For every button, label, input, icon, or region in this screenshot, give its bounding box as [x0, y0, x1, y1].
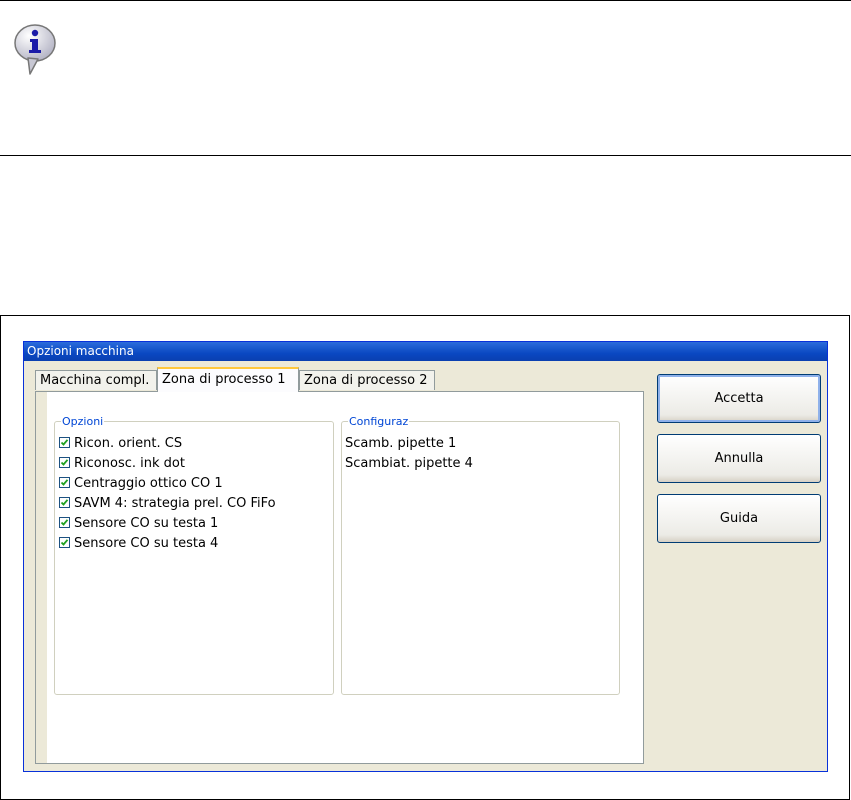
- config-legend: Configuraz: [349, 415, 409, 428]
- checkmark-icon: [60, 439, 69, 446]
- accept-button[interactable]: Accetta: [657, 374, 821, 423]
- checkbox[interactable]: [59, 437, 70, 448]
- top-divider: [0, 0, 851, 1]
- option-item[interactable]: Ricon. orient. CS: [59, 436, 182, 454]
- checkbox[interactable]: [59, 477, 70, 488]
- info-icon: [14, 24, 56, 75]
- checkmark-icon: [60, 519, 69, 526]
- option-item[interactable]: SAVM 4: strategia prel. CO FiFo: [59, 496, 276, 514]
- option-label: SAVM 4: strategia prel. CO FiFo: [74, 496, 276, 511]
- option-label: Sensore CO su testa 1: [74, 516, 219, 531]
- option-label: Sensore CO su testa 4: [74, 536, 219, 551]
- option-item[interactable]: Sensore CO su testa 1: [59, 516, 218, 534]
- checkbox[interactable]: [59, 537, 70, 548]
- config-item: Scambiat. pipette 4: [345, 456, 473, 471]
- config-group: Configuraz Scamb. pipette 1 Scambiat. pi…: [341, 415, 620, 695]
- option-item[interactable]: Centraggio ottico CO 1: [59, 476, 223, 494]
- help-button[interactable]: Guida: [657, 494, 821, 543]
- config-item: Scamb. pipette 1: [345, 436, 457, 451]
- options-group: Opzioni Ricon. orient. CS Riconosc. ink …: [54, 415, 334, 695]
- bottom-divider: [0, 155, 851, 156]
- tab-panel: Opzioni Ricon. orient. CS Riconosc. ink …: [35, 391, 644, 764]
- cancel-button[interactable]: Annulla: [657, 434, 821, 483]
- option-item[interactable]: Riconosc. ink dot: [59, 456, 185, 474]
- tab-machine[interactable]: Macchina compl.: [35, 370, 157, 390]
- option-label: Centraggio ottico CO 1: [74, 476, 223, 491]
- checkmark-icon: [60, 459, 69, 466]
- tab-process-zone-2[interactable]: Zona di processo 2: [299, 370, 435, 390]
- checkmark-icon: [60, 539, 69, 546]
- option-item[interactable]: Sensore CO su testa 4: [59, 536, 218, 554]
- checkmark-icon: [60, 499, 69, 506]
- tab-process-zone-1[interactable]: Zona di processo 1: [157, 367, 299, 392]
- checkbox[interactable]: [59, 497, 70, 508]
- option-label: Ricon. orient. CS: [74, 436, 183, 451]
- options-legend: Opzioni: [62, 415, 104, 428]
- option-label: Riconosc. ink dot: [74, 456, 185, 471]
- dialog-title: Opzioni macchina: [24, 342, 827, 361]
- checkbox[interactable]: [59, 517, 70, 528]
- checkbox[interactable]: [59, 457, 70, 468]
- checkmark-icon: [60, 479, 69, 486]
- screenshot-frame: Opzioni macchina Macchina compl. Zona di…: [0, 315, 850, 800]
